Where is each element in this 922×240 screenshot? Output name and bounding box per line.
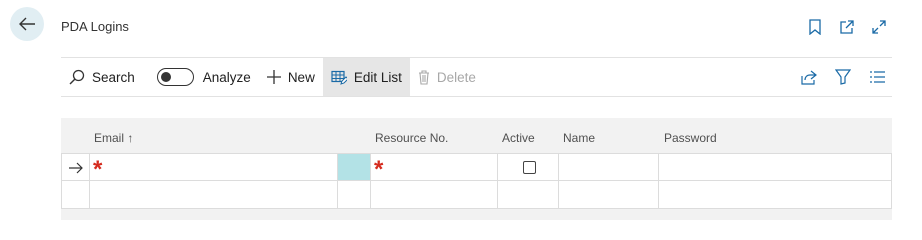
edit-list-button[interactable]: Edit List	[322, 58, 410, 96]
filter-icon[interactable]	[834, 68, 852, 86]
table-row[interactable]: * *	[61, 153, 892, 183]
cell-divider	[370, 181, 371, 208]
action-bar-right	[800, 58, 892, 96]
cell-divider	[558, 181, 559, 208]
analyze-toggle[interactable]: Analyze	[149, 58, 259, 96]
column-header-email[interactable]: Email ↑	[94, 131, 133, 145]
list-view-icon[interactable]	[868, 68, 886, 86]
sort-ascending-icon: ↑	[127, 131, 134, 145]
edit-list-icon	[331, 70, 347, 85]
required-marker: *	[93, 156, 103, 183]
trash-icon	[418, 69, 429, 85]
cell-divider	[658, 181, 659, 208]
email-assist-button[interactable]	[337, 154, 370, 180]
cell-divider	[497, 181, 498, 208]
cell-divider	[558, 154, 559, 180]
new-button[interactable]: New	[259, 58, 323, 96]
delete-label: Delete	[436, 69, 476, 85]
cell-divider	[370, 154, 371, 180]
delete-button[interactable]: Delete	[410, 58, 484, 96]
toggle-switch[interactable]	[156, 68, 194, 86]
cell-divider	[89, 154, 90, 180]
edit-list-label: Edit List	[353, 69, 402, 85]
column-header-email-label: Email	[94, 131, 125, 145]
cell-divider	[337, 154, 338, 180]
analyze-label: Analyze	[202, 69, 251, 85]
cell-divider	[497, 154, 498, 180]
action-bar: Search Analyze New Edit List Delete	[61, 58, 892, 96]
search-icon	[69, 69, 85, 85]
column-header-name[interactable]: Name	[563, 131, 595, 145]
back-button[interactable]	[10, 7, 44, 41]
expand-icon[interactable]	[870, 18, 888, 36]
column-header-resource-no[interactable]: Resource No.	[375, 131, 448, 145]
plus-icon	[266, 70, 281, 84]
arrow-left-icon	[19, 17, 35, 31]
header-icons	[806, 18, 888, 36]
cell-divider	[89, 181, 90, 208]
page-title: PDA Logins	[61, 19, 129, 34]
divider	[61, 96, 892, 97]
column-header-active[interactable]: Active	[502, 131, 535, 145]
open-new-window-icon[interactable]	[838, 18, 856, 36]
new-label: New	[287, 69, 315, 85]
table-row[interactable]	[61, 181, 892, 209]
bookmark-icon[interactable]	[806, 18, 824, 36]
search-button[interactable]: Search	[61, 58, 143, 96]
search-label: Search	[92, 69, 135, 85]
required-marker: *	[374, 156, 384, 183]
active-checkbox[interactable]	[523, 161, 536, 174]
column-header-password[interactable]: Password	[664, 131, 717, 145]
row-selector-arrow-icon[interactable]	[68, 160, 84, 176]
share-icon[interactable]	[800, 68, 818, 86]
cell-divider	[658, 154, 659, 180]
cell-divider	[337, 181, 338, 208]
